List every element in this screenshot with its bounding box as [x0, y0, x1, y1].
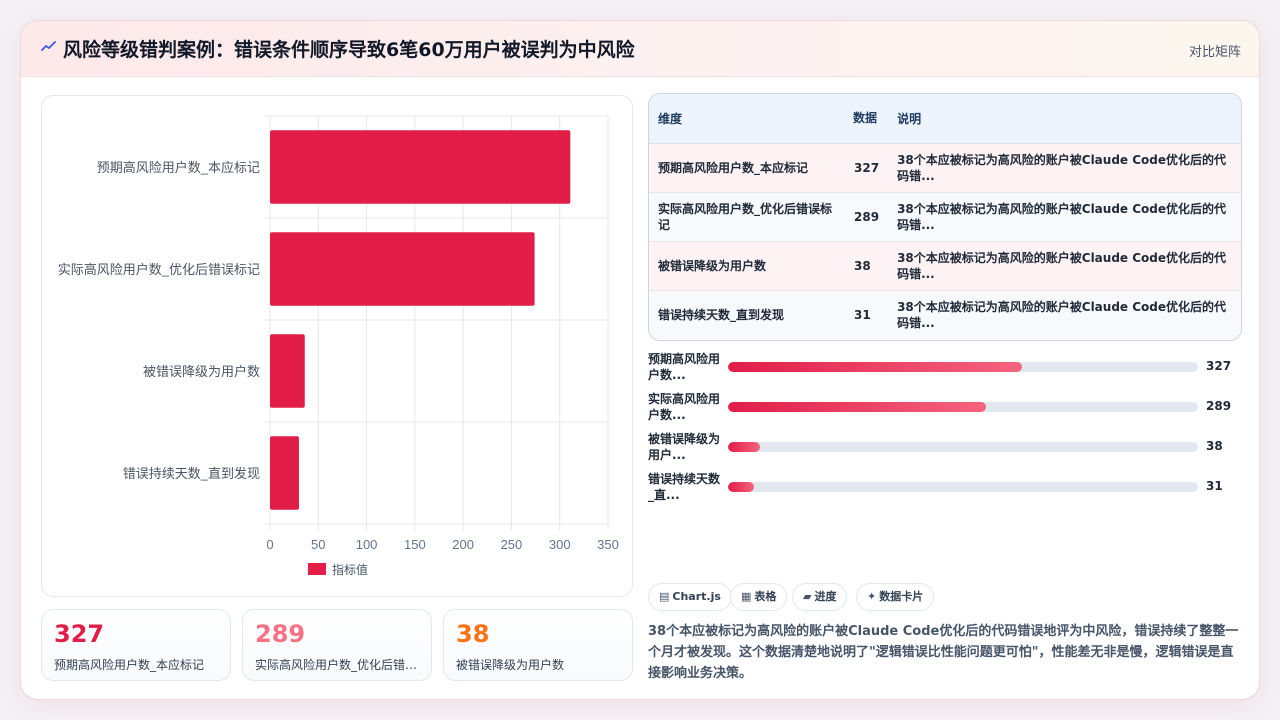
y-category-label: 错误持续天数_直到发现	[123, 466, 260, 481]
kpi-value: 38	[456, 620, 490, 648]
progress-label: 被错误降级为用户...	[648, 432, 721, 462]
table-row: 错误持续天数_直到发现 31 38个本应被标记为高风险的账户被Claude Co…	[649, 290, 1241, 339]
tag-chartjs[interactable]: ▤ Chart.js	[648, 583, 732, 611]
tag-progress[interactable]: ▰ 进度	[792, 583, 848, 611]
y-category-label: 预期高风险用户数_本应标记	[97, 160, 260, 175]
kpi-card: 289 实际高风险用户数_优化后错误标记	[242, 609, 432, 681]
progress-fill	[728, 362, 1022, 372]
table-cell-dimension: 错误持续天数_直到发现	[658, 307, 785, 322]
table-cell-dimension: 预期高风险用户数_本应标记	[649, 143, 845, 193]
x-tick-label: 350	[597, 537, 619, 552]
progress-icon: ▰	[803, 590, 812, 603]
bar	[270, 334, 305, 408]
tag-label: 进度	[814, 590, 837, 603]
progress-fill	[728, 482, 754, 492]
bar	[270, 232, 535, 306]
table-cell-dimension: 被错误降级为用户数	[649, 241, 845, 291]
tag-label: 数据卡片	[879, 590, 924, 603]
table-cell-description: 38个本应被标记为高风险的账户被Claude Code优化后的代码错...	[897, 299, 1227, 330]
table-cell-description: 38个本应被标记为高风险的账户被Claude Code优化后的代码错...	[888, 241, 1241, 291]
legend-label: 指标值	[332, 562, 368, 577]
dashboard-card: 风险等级错判案例：错误条件顺序导致6笔60万用户被误判为中风险 对比矩阵 0 50…	[20, 20, 1260, 700]
data-table-panel: 维度 数据 说明 预期高风险用户数_本应标记 327 38个本应被标记为高风险的…	[648, 93, 1242, 341]
table-row: 被错误降级为用户数 38 38个本应被标记为高风险的账户被Claude Code…	[649, 241, 1241, 291]
bar-chart-panel: 0 50 100 150 200 250 300 350 预期高风险用户数_本应标记实际高风险用…	[41, 95, 633, 597]
header-bar: 风险等级错判案例：错误条件顺序导致6笔60万用户被误判为中风险 对比矩阵	[21, 21, 1259, 77]
column-header-dimension: 维度	[649, 94, 845, 144]
tag-label: 表格	[754, 590, 777, 603]
page-title: 风险等级错判案例：错误条件顺序导致6笔60万用户被误判为中风险	[63, 39, 635, 61]
column-header-data: 数据	[845, 94, 889, 144]
kpi-card: 327 预期高风险用户数_本应标记	[41, 609, 231, 681]
table-row: 预期高风险用户数_本应标记 327 38个本应被标记为高风险的账户被Claude…	[649, 143, 1241, 193]
y-category-label: 被错误降级为用户数	[143, 364, 260, 379]
chart-icon: ▤	[659, 590, 670, 603]
progress-value: 327	[1206, 359, 1232, 373]
x-tick-label: 150	[404, 537, 426, 552]
kpi-label: 预期高风险用户数_本应标记	[54, 658, 205, 672]
table-cell-value: 327	[845, 143, 889, 193]
x-tick-label: 300	[549, 537, 571, 552]
table-cell-description: 38个本应被标记为高风险的账户被Claude Code优化后的代码错...	[888, 143, 1241, 193]
tag-data-card[interactable]: ✦ 数据卡片	[856, 583, 935, 611]
progress-row: 错误持续天数_直... 31	[648, 471, 1242, 511]
table-cell-value: 289	[845, 192, 889, 242]
progress-label: 错误持续天数_直...	[648, 472, 721, 502]
kpi-value: 289	[255, 620, 306, 648]
table-header-row: 维度 数据 说明	[649, 94, 1241, 144]
chart-line-icon	[41, 41, 56, 51]
data-table: 维度 数据 说明 预期高风险用户数_本应标记 327 38个本应被标记为高风险的…	[649, 94, 1241, 339]
progress-label: 预期高风险用户数...	[648, 352, 721, 382]
progress-track	[728, 362, 1198, 372]
tag-label: Chart.js	[672, 590, 721, 603]
progress-row: 实际高风险用户数... 289	[648, 391, 1242, 431]
progress-fill	[728, 442, 760, 452]
table-cell-value: 31	[854, 307, 871, 322]
table-cell-dimension: 实际高风险用户数_优化后错误标记	[649, 192, 845, 242]
progress-value: 38	[1206, 439, 1223, 453]
kpi-value: 327	[54, 620, 105, 648]
summary-text: 38个本应被标记为高风险的账户被Claude Code优化后的代码错误地评为中风…	[648, 624, 1239, 681]
card-icon: ✦	[867, 590, 877, 603]
x-tick-label: 200	[452, 537, 474, 552]
compare-matrix-link[interactable]: 对比矩阵	[1189, 41, 1241, 60]
bar-chart: 0 50 100 150 200 250 300 350 预期高风险用户数_本应标记实际高风险用…	[58, 115, 619, 577]
legend-swatch	[308, 563, 326, 575]
kpi-card: 38 被错误降级为用户数	[443, 609, 633, 681]
progress-value: 31	[1206, 479, 1223, 493]
table-row: 实际高风险用户数_优化后错误标记 289 38个本应被标记为高风险的账户被Cla…	[649, 192, 1241, 242]
table-icon: ▦	[741, 590, 752, 603]
column-header-description: 说明	[888, 94, 1241, 144]
progress-fill	[728, 402, 986, 412]
table-cell-value: 38	[845, 241, 889, 291]
progress-value: 289	[1206, 399, 1232, 413]
progress-track	[728, 442, 1198, 452]
progress-row: 预期高风险用户数... 327	[648, 351, 1242, 391]
y-category-label: 实际高风险用户数_优化后错误标记	[58, 262, 260, 277]
kpi-label: 被错误降级为用户数	[456, 658, 565, 672]
progress-label: 实际高风险用户数...	[648, 392, 721, 422]
kpi-label: 实际高风险用户数_优化后错误标记	[255, 658, 421, 672]
table-cell-description: 38个本应被标记为高风险的账户被Claude Code优化后的代码错...	[888, 192, 1241, 242]
progress-row: 被错误降级为用户... 38	[648, 431, 1242, 471]
progress-track	[728, 482, 1198, 492]
progress-track	[728, 402, 1198, 412]
x-tick-label: 50	[311, 537, 325, 552]
bar	[270, 130, 571, 204]
x-tick-label: 0	[266, 537, 273, 552]
x-tick-label: 100	[356, 537, 378, 552]
bar	[270, 436, 299, 510]
tag-table[interactable]: ▦ 表格	[730, 583, 788, 611]
x-tick-label: 250	[501, 537, 523, 552]
